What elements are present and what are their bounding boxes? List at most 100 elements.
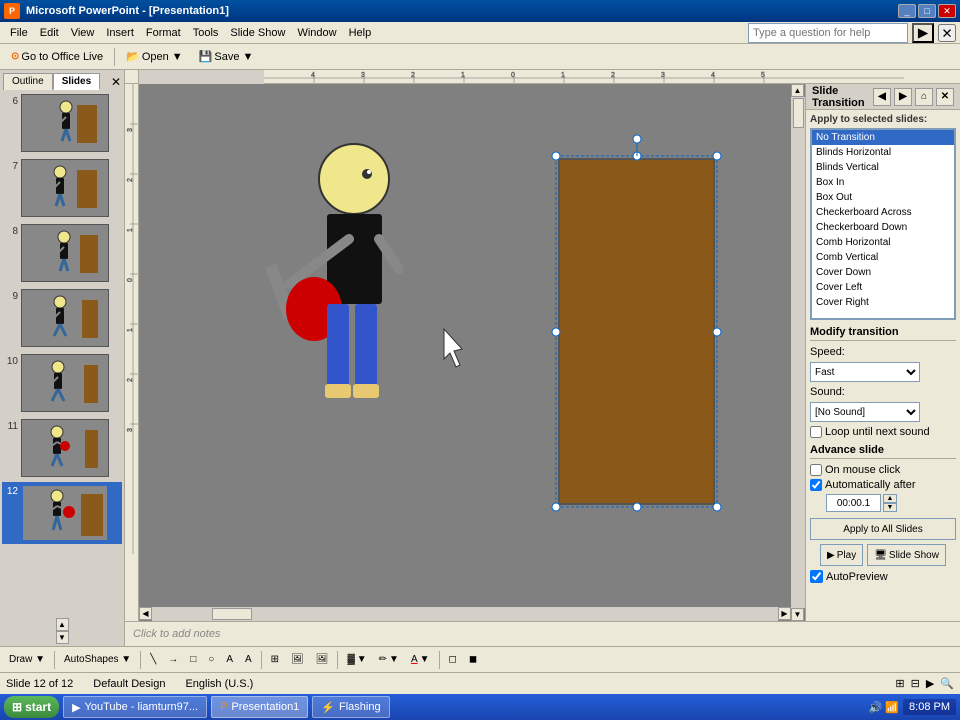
transition-list[interactable]: No Transition Blinds Horizontal Blinds V… [811, 129, 955, 319]
draw-dropdown-button[interactable]: Draw ▼ [4, 649, 50, 671]
taskbar-presentation[interactable]: P Presentation1 [211, 696, 308, 718]
menu-view[interactable]: View [65, 25, 101, 41]
menu-insert[interactable]: Insert [100, 25, 140, 41]
sound-select[interactable]: [No Sound] [810, 402, 920, 422]
trans-item-blinds-h[interactable]: Blinds Horizontal [812, 145, 954, 160]
taskbar-youtube[interactable]: ▶ YouTube - liamturn97... [63, 696, 207, 718]
panel-home-button[interactable]: ⌂ [915, 88, 933, 106]
autoshapes-button[interactable]: AutoShapes ▼ [59, 649, 136, 671]
menu-help[interactable]: Help [343, 25, 378, 41]
time-down-button[interactable]: ▼ [883, 503, 897, 512]
menu-file[interactable]: File [4, 25, 34, 41]
panel-back-button[interactable]: ◀ [873, 88, 891, 106]
start-button[interactable]: ⊞ start [4, 696, 59, 718]
trans-item-cover-right[interactable]: Cover Right [812, 295, 954, 310]
slide-canvas[interactable]: ▲ ▼ ◀ ▶ [139, 84, 805, 621]
canvas-scroll-down[interactable]: ▼ [791, 608, 804, 621]
slide-thumb-8[interactable]: 8 [2, 222, 122, 284]
go-to-office-live-button[interactable]: ⊙ Go to Office Live [4, 46, 110, 68]
time-input[interactable] [826, 494, 881, 512]
start-label: start [25, 700, 51, 714]
speed-select[interactable]: Fast Medium Slow [810, 362, 920, 382]
auto-after-checkbox[interactable] [810, 479, 822, 491]
slide-thumb-10[interactable]: 10 [2, 352, 122, 414]
line-tool[interactable]: ╲ [145, 649, 161, 671]
trans-item-box-out[interactable]: Box Out [812, 190, 954, 205]
trans-item-comb-h[interactable]: Comb Horizontal [812, 235, 954, 250]
slide-thumb-12[interactable]: 12 [2, 482, 122, 544]
oval-tool[interactable]: ○ [203, 649, 219, 671]
save-button[interactable]: 💾 Save ▼ [192, 46, 261, 68]
play-button[interactable]: ▶ Play [820, 544, 863, 566]
speed-select-row: Fast Medium Slow [810, 362, 956, 382]
trans-item-cover-down[interactable]: Cover Down [812, 265, 954, 280]
trans-item-comb-v[interactable]: Comb Vertical [812, 250, 954, 265]
notes-bar[interactable]: Click to add notes [125, 621, 960, 646]
minimize-button[interactable]: _ [898, 4, 916, 18]
help-close-button[interactable]: ✕ [938, 24, 956, 42]
slide-list[interactable]: 6 7 [0, 90, 124, 616]
tab-outline[interactable]: Outline [3, 73, 53, 90]
window-controls: _ □ ✕ [898, 4, 956, 18]
maximize-button[interactable]: □ [918, 4, 936, 18]
trans-item-checkerboard-across[interactable]: Checkerboard Across [812, 205, 954, 220]
autopreview-checkbox[interactable] [810, 570, 823, 583]
slide-thumb-11[interactable]: 11 [2, 417, 122, 479]
trans-item-checkerboard-down[interactable]: Checkerboard Down [812, 220, 954, 235]
canvas-scroll-right[interactable]: ▶ [778, 607, 791, 620]
tab-slides[interactable]: Slides [53, 73, 100, 90]
view-slideshow-icon[interactable]: ▶ [926, 677, 934, 690]
panel-close-icon[interactable]: ✕ [111, 75, 121, 90]
fill-color-button[interactable]: ▓▼ [342, 649, 371, 671]
trans-item-no-transition[interactable]: No Transition [812, 130, 954, 145]
slide-scroll-up[interactable]: ▲ [56, 618, 69, 631]
loop-checkbox[interactable] [810, 426, 822, 438]
draw-label: Draw ▼ [9, 654, 45, 665]
view-normal-icon[interactable]: ⊞ [895, 677, 904, 690]
trans-item-cover-left[interactable]: Cover Left [812, 280, 954, 295]
line-color-button[interactable]: ✏▼ [374, 649, 404, 671]
3d-button[interactable]: ◼ [464, 649, 482, 671]
draw-sep-4 [337, 651, 338, 669]
picture-tool[interactable]: 🖼 [311, 649, 334, 671]
slideshow-button[interactable]: 🖥 Slide Show [867, 544, 946, 566]
menu-tools[interactable]: Tools [187, 25, 225, 41]
rect-tool[interactable]: □ [185, 649, 201, 671]
auto-after-row: Automatically after [810, 479, 956, 491]
menu-edit[interactable]: Edit [34, 25, 65, 41]
slide-thumb-7[interactable]: 7 [2, 157, 122, 219]
trans-item-blinds-v[interactable]: Blinds Vertical [812, 160, 954, 175]
slide-thumb-6[interactable]: 6 [2, 92, 122, 154]
wordart-tool[interactable]: A [240, 649, 257, 671]
hscroll-thumb[interactable] [212, 608, 252, 620]
canvas-scroll-left[interactable]: ◀ [139, 607, 152, 620]
taskbar-flashing[interactable]: ⚡ Flashing [312, 696, 389, 718]
help-search-input[interactable] [748, 23, 908, 43]
search-go-button[interactable]: ▶ [912, 23, 934, 43]
mouse-click-checkbox[interactable] [810, 464, 822, 476]
font-color-button[interactable]: A▼ [406, 649, 435, 671]
time-up-button[interactable]: ▲ [883, 494, 897, 503]
view-slide-sorter-icon[interactable]: ⊟ [911, 677, 920, 690]
office-live-label: Go to Office Live [21, 51, 103, 63]
scroll-thumb[interactable] [793, 98, 804, 128]
arrow-tool[interactable]: → [163, 649, 183, 671]
textbox-tool[interactable]: A [221, 649, 238, 671]
shadow-button[interactable]: ◻ [444, 649, 462, 671]
diagram-tool[interactable]: ⊞ [266, 649, 284, 671]
panel-close-button[interactable]: ✕ [936, 88, 954, 106]
canvas-scroll-up[interactable]: ▲ [791, 84, 804, 97]
titlebar: P Microsoft PowerPoint - [Presentation1]… [0, 0, 960, 22]
trans-item-box-in[interactable]: Box In [812, 175, 954, 190]
menu-format[interactable]: Format [140, 25, 187, 41]
slide-img-7 [21, 159, 109, 217]
close-button[interactable]: ✕ [938, 4, 956, 18]
clipart-tool[interactable]: 🖼 [286, 649, 309, 671]
slide-thumb-9[interactable]: 9 [2, 287, 122, 349]
slide-scroll-down[interactable]: ▼ [56, 631, 69, 644]
open-button[interactable]: 📂 Open ▼ [119, 46, 190, 68]
menu-window[interactable]: Window [291, 25, 342, 41]
panel-forward-button[interactable]: ▶ [894, 88, 912, 106]
menu-slideshow[interactable]: Slide Show [224, 25, 291, 41]
apply-all-button[interactable]: Apply to All Slides [810, 518, 956, 540]
